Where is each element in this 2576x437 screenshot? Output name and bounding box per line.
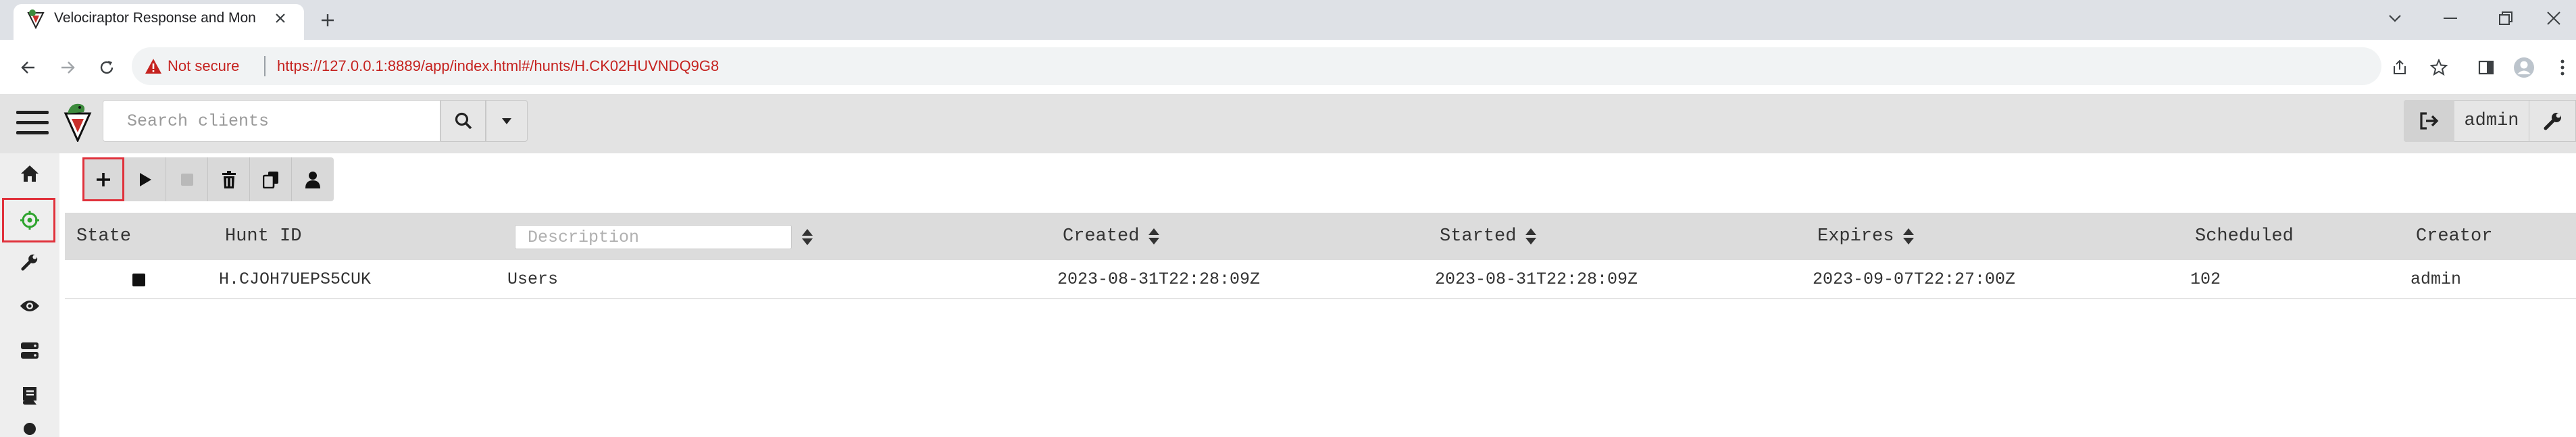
not-secure-label[interactable]: Not secure — [168, 57, 239, 75]
tab-close-icon[interactable] — [269, 7, 292, 30]
sidebar-item-more[interactable] — [0, 419, 59, 437]
copy-hunt-button[interactable] — [250, 157, 292, 201]
run-hunt-button[interactable] — [124, 157, 166, 201]
sort-icon — [1148, 228, 1160, 245]
caret-down-icon — [502, 118, 511, 124]
col-header-expires[interactable]: Expires — [1817, 213, 1915, 260]
forward-icon[interactable] — [54, 54, 81, 81]
restore-icon[interactable] — [2483, 1, 2528, 35]
warning-icon[interactable] — [145, 58, 162, 74]
play-icon — [139, 172, 151, 186]
col-header-created-label: Created — [1063, 226, 1140, 247]
stop-icon — [180, 173, 193, 186]
copy-icon — [262, 171, 278, 188]
col-header-started-label: Started — [1440, 226, 1517, 247]
new-tab-icon[interactable] — [314, 7, 341, 34]
cell-creator: admin — [2410, 269, 2462, 289]
col-header-scheduled[interactable]: Scheduled — [2195, 213, 2294, 260]
logout-button[interactable] — [2404, 100, 2454, 142]
sidebar-item-tools[interactable] — [0, 242, 59, 282]
col-header-creator[interactable]: Creator — [2416, 213, 2492, 260]
wrench-icon — [2544, 113, 2561, 130]
side-panel-icon[interactable] — [2473, 54, 2500, 81]
sort-icon — [1525, 228, 1537, 245]
wrench-icon — [21, 254, 38, 271]
hamburger-menu-icon[interactable] — [14, 107, 51, 139]
close-window-icon[interactable] — [2531, 1, 2576, 35]
cell-created: 2023-08-31T22:28:09Z — [1057, 269, 1261, 289]
stop-hunt-button[interactable] — [166, 157, 208, 201]
minimize-icon[interactable] — [2428, 1, 2473, 35]
url-text[interactable]: https://127.0.0.1:8889/app/index.html#/h… — [277, 57, 719, 75]
col-header-expires-label: Expires — [1817, 226, 1894, 247]
plus-icon — [97, 172, 110, 186]
tab-title: Velociraptor Response and Monitoring — [54, 10, 257, 26]
col-header-started[interactable]: Started — [1440, 213, 1537, 260]
server-icon — [21, 342, 39, 359]
col-header-created[interactable]: Created — [1063, 213, 1160, 260]
share-icon[interactable] — [2386, 54, 2413, 81]
col-header-state[interactable]: State — [76, 213, 131, 260]
home-icon — [21, 165, 39, 182]
velociraptor-favicon-icon — [26, 9, 46, 30]
book-icon — [23, 387, 36, 405]
search-options-dropdown[interactable] — [486, 100, 528, 142]
bookmark-star-icon[interactable] — [2425, 54, 2452, 81]
username-label[interactable]: admin — [2454, 100, 2529, 142]
more-icon — [24, 422, 36, 435]
user-icon — [305, 171, 320, 188]
back-icon[interactable] — [15, 54, 42, 81]
search-icon — [455, 112, 472, 130]
description-filter-input[interactable] — [515, 226, 791, 249]
col-header-hunt-id[interactable]: Hunt ID — [225, 213, 301, 260]
search-button[interactable] — [440, 100, 486, 142]
sort-description-icon[interactable] — [799, 224, 815, 251]
browser-tab-strip — [0, 0, 2576, 40]
trash-icon — [222, 170, 236, 188]
assign-user-button[interactable] — [292, 157, 334, 201]
sidebar-active-highlight — [2, 198, 55, 242]
reload-icon[interactable] — [93, 54, 120, 81]
user-settings-button[interactable] — [2529, 100, 2576, 142]
new-hunt-button[interactable] — [82, 157, 124, 201]
sort-icon — [1903, 228, 1915, 245]
eye-icon — [20, 301, 39, 311]
tab-search-chevron-icon[interactable] — [2373, 1, 2417, 35]
search-input[interactable] — [103, 101, 440, 141]
sign-out-icon — [2419, 112, 2438, 130]
sidebar-item-notebooks[interactable] — [0, 375, 59, 415]
cell-hunt-id[interactable]: H.CJOH7UEPS5CUK — [219, 260, 371, 298]
browser-menu-icon[interactable] — [2552, 54, 2573, 81]
cell-scheduled: 102 — [2190, 269, 2221, 289]
profile-avatar-icon[interactable] — [2510, 54, 2537, 81]
delete-hunt-button[interactable] — [208, 157, 250, 201]
cell-description: Users — [507, 269, 559, 289]
sidebar-item-view[interactable] — [0, 286, 59, 326]
search-box — [103, 100, 440, 142]
velociraptor-logo-icon[interactable] — [62, 101, 93, 142]
description-filter — [515, 225, 792, 249]
hunt-state-stopped-icon — [132, 274, 145, 286]
sidebar-item-server[interactable] — [0, 330, 59, 371]
cell-expires: 2023-09-07T22:27:00Z — [1813, 269, 2016, 289]
sidebar-item-home[interactable] — [0, 153, 59, 194]
cell-started: 2023-08-31T22:28:09Z — [1435, 269, 1638, 289]
url-separator — [264, 56, 266, 76]
